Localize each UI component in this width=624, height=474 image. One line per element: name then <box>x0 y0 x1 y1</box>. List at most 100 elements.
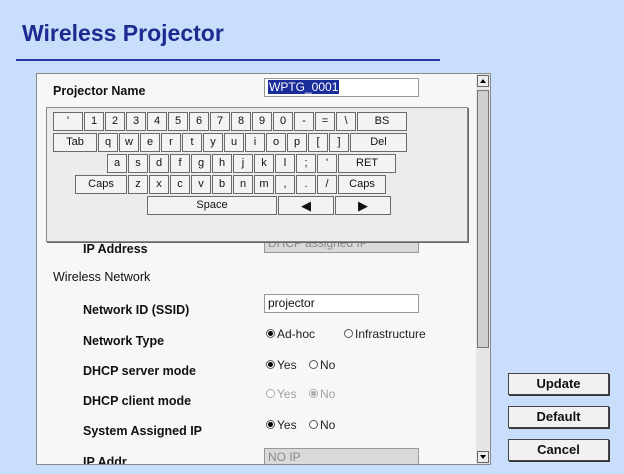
system-ip-no-radio[interactable]: No <box>309 418 335 432</box>
key[interactable]: v <box>191 175 211 194</box>
key[interactable]: t <box>182 133 202 152</box>
dhcp-client-yes-radio: Yes <box>266 387 297 401</box>
key[interactable]: , <box>275 175 295 194</box>
key[interactable]: 1 <box>84 112 104 131</box>
network-type-label: Network Type <box>83 334 165 348</box>
key[interactable]: / <box>317 175 337 194</box>
key[interactable]: 7 <box>210 112 230 131</box>
key[interactable]: w <box>119 133 139 152</box>
key[interactable]: 3 <box>126 112 146 131</box>
key[interactable]: 2 <box>105 112 125 131</box>
key[interactable]: 9 <box>252 112 272 131</box>
partial-row-field: NO IP <box>264 448 419 464</box>
radio-unselected-icon <box>309 360 318 370</box>
return-key[interactable]: RET <box>338 154 396 173</box>
keyboard-row-bottom: Caps z x c v b n m , . / Caps <box>75 175 387 194</box>
default-button[interactable]: Default <box>508 406 609 428</box>
key[interactable]: o <box>266 133 286 152</box>
dhcp-server-no-radio[interactable]: No <box>309 358 335 372</box>
radio-selected-icon <box>266 329 275 339</box>
key[interactable]: 5 <box>168 112 188 131</box>
space-key[interactable]: Space <box>147 196 277 215</box>
key[interactable]: s <box>128 154 148 173</box>
dhcp-client-label: DHCP client mode <box>83 394 192 408</box>
scroll-down-icon[interactable] <box>477 451 489 463</box>
key[interactable]: ' <box>317 154 337 173</box>
network-type-infrastructure-radio[interactable]: Infrastructure <box>344 327 426 341</box>
key[interactable]: g <box>191 154 211 173</box>
panel-scrollbar[interactable] <box>476 73 491 465</box>
key[interactable]: k <box>254 154 274 173</box>
radio-unselected-icon <box>309 420 318 430</box>
backspace-key[interactable]: BS <box>357 112 407 131</box>
key[interactable]: n <box>233 175 253 194</box>
key[interactable]: - <box>294 112 314 131</box>
keyboard-row-home: a s d f g h j k l ; ' RET <box>107 154 397 173</box>
key[interactable]: f <box>170 154 190 173</box>
key[interactable]: 4 <box>147 112 167 131</box>
radio-selected-icon <box>266 360 275 370</box>
caps-key[interactable]: Caps <box>338 175 386 194</box>
dhcp-client-no-radio: No <box>309 387 335 401</box>
key[interactable]: x <box>149 175 169 194</box>
key[interactable]: = <box>315 112 335 131</box>
keyboard-row-space: Space ◀ ▶ <box>147 196 392 215</box>
network-id-label: Network ID (SSID) <box>83 303 190 317</box>
key[interactable]: 8 <box>231 112 251 131</box>
wireless-network-label: Wireless Network <box>53 270 151 284</box>
ip-address-label: IP Address <box>83 242 148 256</box>
key[interactable]: h <box>212 154 232 173</box>
key[interactable]: u <box>224 133 244 152</box>
key[interactable]: b <box>212 175 232 194</box>
key[interactable]: 0 <box>273 112 293 131</box>
left-arrow-key[interactable]: ◀ <box>278 196 334 215</box>
key[interactable]: d <box>149 154 169 173</box>
radio-unselected-icon <box>344 329 353 339</box>
key[interactable]: . <box>296 175 316 194</box>
network-type-adhoc-radio[interactable]: Ad-hoc <box>266 327 315 341</box>
key[interactable]: z <box>128 175 148 194</box>
dhcp-server-label: DHCP server mode <box>83 364 197 378</box>
key[interactable]: m <box>254 175 274 194</box>
system-ip-label: System Assigned IP <box>83 424 203 438</box>
update-button[interactable]: Update <box>508 373 609 395</box>
dhcp-server-yes-radio[interactable]: Yes <box>266 358 297 372</box>
title-divider <box>16 59 440 61</box>
network-id-input[interactable]: projector <box>264 294 419 313</box>
onscreen-keyboard: ' 1 2 3 4 5 6 7 8 9 0 - = \ BS Tab q w e… <box>46 107 468 242</box>
tab-key[interactable]: Tab <box>53 133 97 152</box>
partial-row-label: IP Addr... <box>83 455 137 465</box>
key[interactable]: c <box>170 175 190 194</box>
key[interactable]: ] <box>329 133 349 152</box>
cancel-button[interactable]: Cancel <box>508 439 609 461</box>
key[interactable]: l <box>275 154 295 173</box>
key[interactable]: \ <box>336 112 356 131</box>
page-title: Wireless Projector <box>22 20 224 46</box>
keyboard-row-numbers: ' 1 2 3 4 5 6 7 8 9 0 - = \ BS <box>53 112 408 131</box>
key[interactable]: q <box>98 133 118 152</box>
radio-unselected-icon <box>266 389 275 399</box>
key[interactable]: r <box>161 133 181 152</box>
key[interactable]: a <box>107 154 127 173</box>
key[interactable]: [ <box>308 133 328 152</box>
key[interactable]: ; <box>296 154 316 173</box>
key[interactable]: 6 <box>189 112 209 131</box>
key[interactable]: j <box>233 154 253 173</box>
key[interactable]: e <box>140 133 160 152</box>
key[interactable]: p <box>287 133 307 152</box>
scroll-thumb[interactable] <box>477 90 489 348</box>
scroll-up-icon[interactable] <box>477 75 489 87</box>
radio-selected-icon <box>309 389 318 399</box>
radio-selected-icon <box>266 420 275 430</box>
key[interactable]: y <box>203 133 223 152</box>
key[interactable]: i <box>245 133 265 152</box>
system-ip-yes-radio[interactable]: Yes <box>266 418 297 432</box>
projector-name-field[interactable]: WPTG_0001 <box>264 78 419 97</box>
caps-key[interactable]: Caps <box>75 175 127 194</box>
delete-key[interactable]: Del <box>350 133 407 152</box>
right-arrow-key[interactable]: ▶ <box>335 196 391 215</box>
key[interactable]: ' <box>53 112 83 131</box>
projector-name-value: WPTG_0001 <box>268 80 340 94</box>
keyboard-row-qwerty: Tab q w e r t y u i o p [ ] Del <box>53 133 408 152</box>
projector-name-label: Projector Name <box>53 84 146 98</box>
